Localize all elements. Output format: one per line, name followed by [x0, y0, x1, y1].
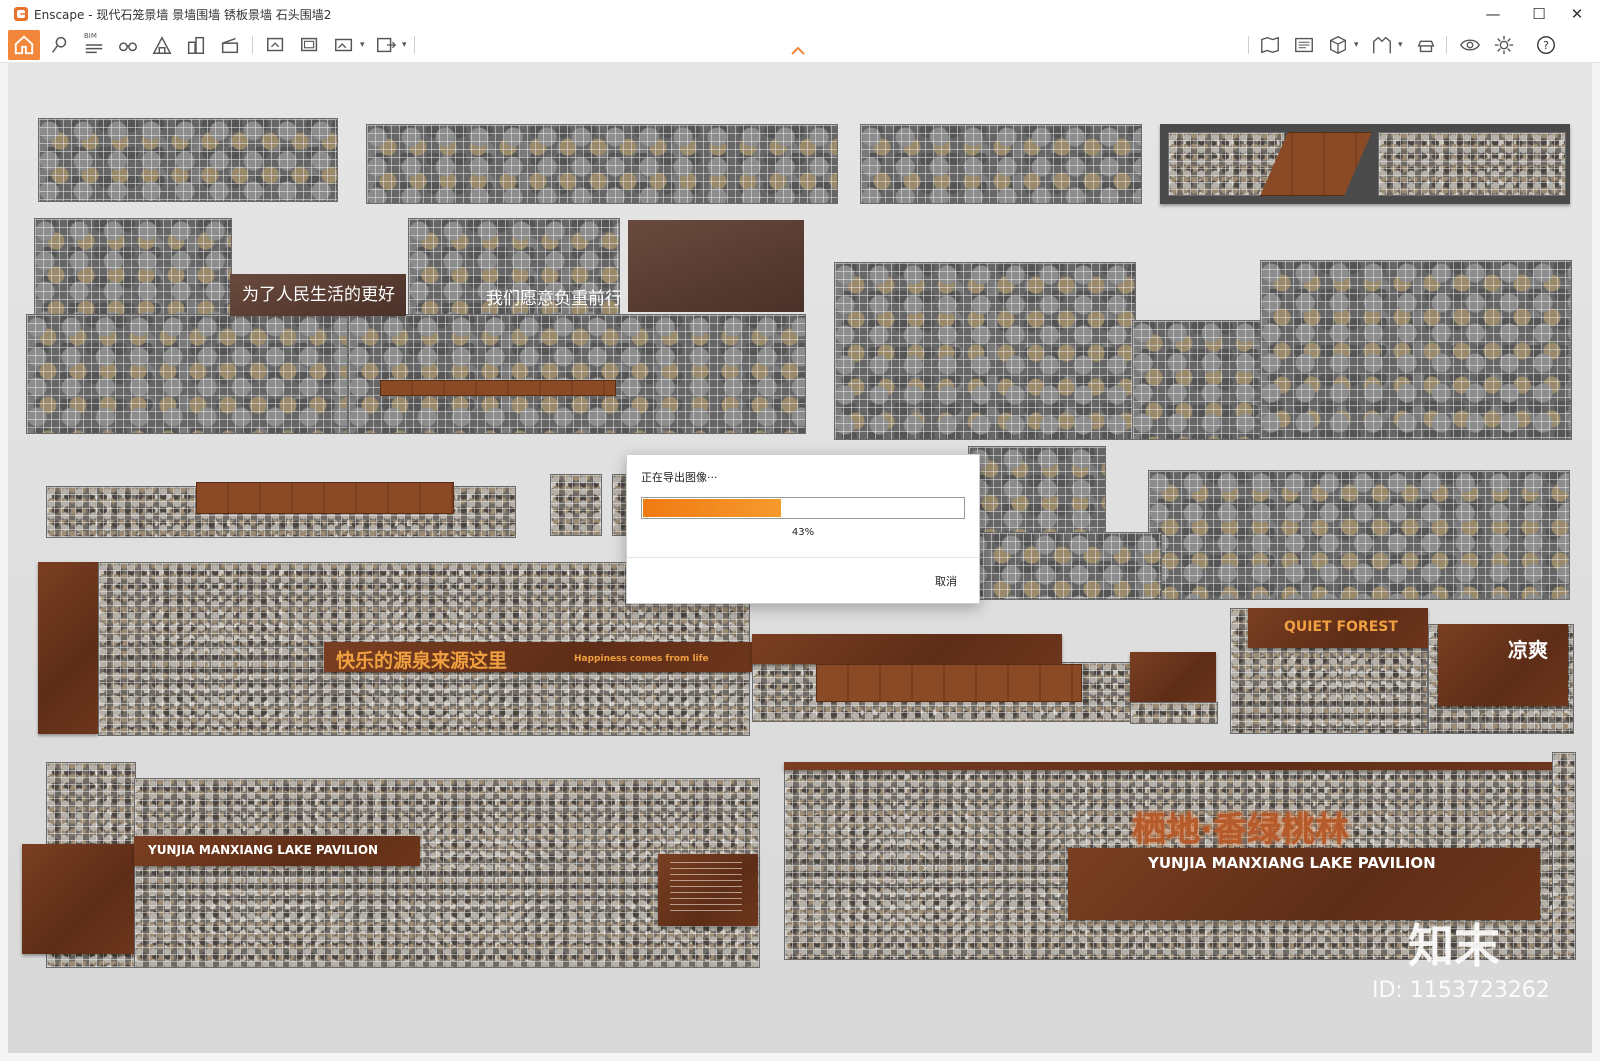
panorama-icon: [335, 38, 353, 52]
cube-button[interactable]: [1324, 32, 1352, 58]
rust-sign: [1438, 624, 1568, 706]
buildings-button[interactable]: [182, 32, 210, 58]
hat-button[interactable]: [1412, 32, 1440, 58]
gabion-wall: [860, 124, 1142, 204]
clapboard-button[interactable]: [216, 32, 244, 58]
sign-board: [628, 220, 804, 312]
gear-icon: [1494, 35, 1514, 55]
gabion-panel: [1378, 132, 1566, 196]
svg-text:?: ?: [1543, 39, 1549, 52]
clapboard-icon: [221, 37, 239, 54]
sign-text: 快乐的源泉来源这里: [336, 650, 508, 672]
screenshot-button[interactable]: [262, 32, 290, 58]
bim-button[interactable]: BIM: [80, 32, 108, 58]
binoculars-icon: [119, 42, 137, 52]
export-progress-dialog: 正在导出图像··· 43% 取消: [626, 454, 980, 604]
bim-label: BIM: [84, 32, 97, 40]
eye-button[interactable]: [1456, 32, 1484, 58]
enscape-window: Enscape - 现代石笼景墙 景墙围墙 锈板景墙 石头围墙2 — ☐ ✕ B…: [0, 0, 1600, 1061]
map-button[interactable]: [1256, 32, 1284, 58]
sign-text: 我们愿意负重前行: [486, 289, 622, 309]
settings-button[interactable]: [1490, 32, 1518, 58]
progress-percent: 43%: [791, 527, 815, 538]
window-title: Enscape - 现代石笼景墙 景墙围墙 锈板景墙 石头围墙2: [34, 7, 332, 22]
title-bar: Enscape - 现代石笼景墙 景墙围墙 锈板景墙 石头围墙2 — ☐ ✕: [0, 0, 1600, 28]
panel-button[interactable]: [1290, 32, 1318, 58]
wood-bench: [380, 380, 616, 396]
archway-button[interactable]: [1368, 32, 1396, 58]
help-button[interactable]: ?: [1532, 32, 1560, 58]
progress-bar: [641, 497, 965, 519]
gabion-block: [1130, 702, 1218, 724]
gabion-wall: [1260, 260, 1572, 440]
sign-text: 凉爽: [1508, 638, 1548, 662]
pin-icon: [52, 36, 67, 53]
batch-render-button[interactable]: [296, 32, 324, 58]
toolbar-separator: [414, 36, 415, 54]
minimize-button[interactable]: —: [1470, 0, 1516, 28]
collapse-chevron-icon[interactable]: [791, 46, 805, 56]
dialog-divider: [627, 557, 979, 558]
binoculars-button[interactable]: [114, 32, 142, 58]
brand-watermark: 知末: [1408, 919, 1500, 973]
rust-cap: [784, 762, 1552, 770]
buildings-icon: [187, 36, 205, 54]
dialog-title: 正在导出图像···: [641, 471, 718, 484]
export-button[interactable]: [372, 32, 400, 58]
panorama-button[interactable]: [330, 32, 358, 58]
eye-icon: [1460, 39, 1480, 51]
gabion-wall: [34, 218, 232, 324]
gabion-wall: [1132, 320, 1264, 440]
wood-bench: [196, 482, 454, 514]
sign-text: 为了人民生活的更好: [242, 285, 395, 305]
gabion-wall: [366, 124, 838, 204]
export-icon: [377, 37, 397, 53]
enscape-logo-icon: [14, 7, 28, 21]
wood-bench: [816, 664, 1082, 702]
archway-dropdown-caret-icon[interactable]: ▾: [1398, 40, 1403, 50]
help-icon: ?: [1537, 36, 1555, 54]
sign-text: QUIET FOREST: [1284, 619, 1398, 635]
panel-icon: [1295, 37, 1313, 53]
toolbar-separator: [252, 36, 253, 54]
cancel-button[interactable]: 取消: [935, 573, 957, 589]
map-icon: [1261, 36, 1279, 54]
home-button[interactable]: [8, 30, 40, 60]
warehouse-icon: [152, 36, 172, 54]
gabion-wall: [38, 118, 338, 202]
rust-pillar: [38, 562, 98, 734]
cube-icon: [1330, 36, 1346, 54]
gabion-wall: [348, 314, 806, 434]
archway-icon: [1373, 36, 1391, 54]
gabion-block: [550, 474, 602, 536]
rust-block: [1130, 652, 1216, 708]
sign-text: YUNJIA MANXIANG LAKE PAVILION: [1148, 854, 1436, 872]
sign-text: YUNJIA MANXIANG LAKE PAVILION: [148, 843, 379, 857]
export-dropdown-caret-icon[interactable]: ▾: [402, 40, 407, 50]
toolbar-separator: [1248, 36, 1249, 54]
pin-button[interactable]: [46, 32, 74, 58]
cube-dropdown-caret-icon[interactable]: ▾: [1354, 40, 1359, 50]
toolbar-separator: [1446, 36, 1447, 54]
gabion-wall: [834, 262, 1136, 440]
batch-render-icon: [301, 37, 318, 52]
gabion-wall: [1148, 470, 1570, 600]
sign-text: Happiness comes from life: [574, 654, 709, 664]
warehouse-button[interactable]: [148, 32, 176, 58]
rust-panel: [752, 634, 1062, 664]
close-button[interactable]: ✕: [1554, 0, 1600, 28]
hat-icon: [1417, 40, 1435, 53]
panorama-dropdown-caret-icon[interactable]: ▾: [360, 40, 365, 50]
home-icon: [14, 35, 34, 55]
gabion-wall: [26, 314, 348, 434]
gabion-wall: [1552, 752, 1576, 960]
id-watermark: ID: 1153723262: [1372, 978, 1550, 1003]
progress-fill: [643, 499, 781, 517]
sign-text: 栖地·香绿桃林: [1132, 810, 1349, 850]
rust-base: [22, 844, 134, 954]
info-board-text: [670, 862, 742, 912]
screenshot-icon: [267, 37, 284, 52]
